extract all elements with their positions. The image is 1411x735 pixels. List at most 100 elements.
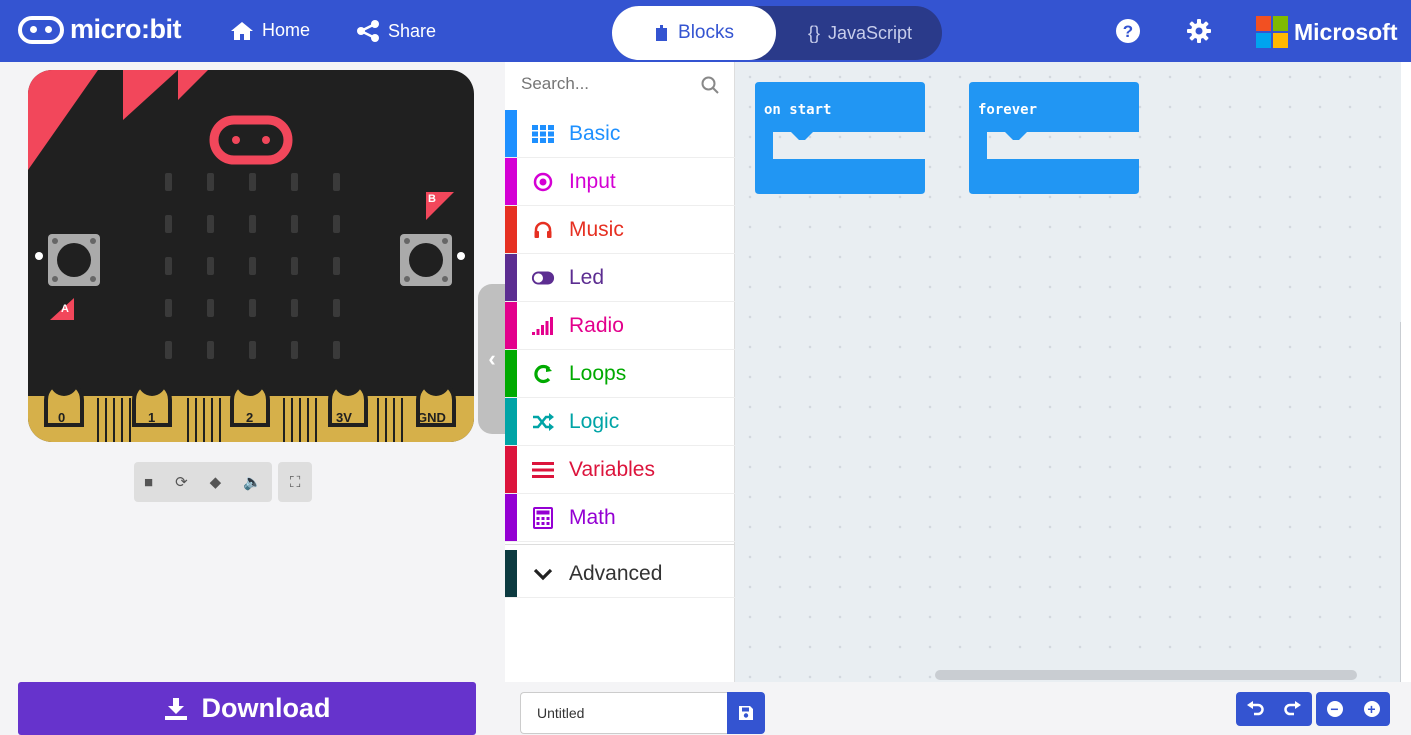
download-button[interactable]: Download xyxy=(18,682,476,735)
search-icon[interactable] xyxy=(701,76,719,94)
zoom-out-icon[interactable]: − xyxy=(1326,701,1343,717)
microbit-logo[interactable]: micro:bit xyxy=(18,14,182,45)
pin-3v-label: 3V xyxy=(336,410,352,425)
braces-icon: {} xyxy=(807,22,820,43)
microsoft-brand[interactable]: Microsoft xyxy=(1256,16,1398,48)
category-color-bar xyxy=(505,550,517,597)
horizontal-scrollbar[interactable] xyxy=(935,670,1357,680)
category-loops[interactable]: Loops xyxy=(505,350,735,398)
restart-icon[interactable]: ⟳ xyxy=(175,473,188,491)
toolbox-search xyxy=(505,62,735,110)
toggle-icon xyxy=(531,270,555,286)
chevron-left-icon: ‹ xyxy=(488,346,496,371)
category-color-bar xyxy=(505,110,517,157)
stop-icon[interactable]: ■ xyxy=(144,474,153,491)
category-logic[interactable]: Logic xyxy=(505,398,735,446)
undo-redo-controls xyxy=(1236,692,1312,726)
bottom-bar: Download − + xyxy=(0,682,1411,735)
home-button[interactable]: Home xyxy=(230,20,310,41)
tab-blocks-label: Blocks xyxy=(678,22,734,43)
microsoft-logo-icon xyxy=(1256,16,1288,48)
download-icon xyxy=(164,697,187,720)
brand-label: Microsoft xyxy=(1294,18,1398,45)
tab-javascript[interactable]: {} JavaScript xyxy=(780,6,940,60)
microbit-board: A B 0 1 2 3V GND xyxy=(28,70,474,442)
forever-block[interactable]: forever xyxy=(969,82,1139,194)
category-label: Radio xyxy=(569,313,624,337)
board-edge-dot-left xyxy=(35,252,43,260)
category-advanced[interactable]: Advanced xyxy=(505,550,735,598)
category-radio[interactable]: Radio xyxy=(505,302,735,350)
home-label: Home xyxy=(262,20,311,40)
search-input[interactable] xyxy=(521,74,701,94)
category-variables[interactable]: Variables xyxy=(505,446,735,494)
target-icon xyxy=(531,172,555,192)
debug-icon[interactable]: ◆ xyxy=(210,473,222,491)
vertical-scrollbar[interactable] xyxy=(1400,322,1401,682)
save-button[interactable] xyxy=(727,692,765,734)
button-b-label: B xyxy=(428,193,436,205)
category-label: Loops xyxy=(569,361,627,385)
category-label: Advanced xyxy=(569,561,663,585)
logo-text: micro:bit xyxy=(70,14,182,44)
category-input[interactable]: Input xyxy=(505,158,735,206)
redo-icon[interactable] xyxy=(1284,701,1302,717)
gear-icon[interactable] xyxy=(1186,18,1212,44)
category-math[interactable]: Math xyxy=(505,494,735,542)
mute-icon[interactable]: 🔈 xyxy=(243,473,262,491)
collapse-simulator-button[interactable]: ‹ xyxy=(478,284,506,434)
category-basic[interactable]: Basic xyxy=(505,110,735,158)
category-label: Basic xyxy=(569,121,621,145)
top-bar: micro:bit Home Share Blocks {} JavaScrip… xyxy=(0,0,1411,62)
category-color-bar xyxy=(505,494,517,541)
category-color-bar xyxy=(505,302,517,349)
block-label: forever xyxy=(978,102,1038,118)
refresh-icon xyxy=(531,364,555,384)
calculator-icon xyxy=(531,506,555,529)
block-label: on start xyxy=(764,102,832,118)
category-color-bar xyxy=(505,398,517,445)
pin-0-label: 0 xyxy=(58,410,66,425)
zoom-controls: − + xyxy=(1316,692,1390,726)
zoom-in-icon[interactable]: + xyxy=(1363,701,1380,717)
tab-blocks[interactable]: Blocks xyxy=(612,6,776,60)
floppy-disk-icon xyxy=(739,706,753,720)
simulator-controls: ■ ⟳ ◆ 🔈 ⛶ xyxy=(134,462,313,502)
button-a-label: A xyxy=(61,303,69,315)
simulator-panel: A B 0 1 2 3V GND ■ ⟳ ◆ 🔈 ⛶ ‹ xyxy=(0,62,506,682)
category-label: Logic xyxy=(569,409,620,433)
category-led[interactable]: Led xyxy=(505,254,735,302)
category-color-bar xyxy=(505,206,517,253)
pin-1-label: 1 xyxy=(148,410,156,425)
project-name-input[interactable] xyxy=(520,692,728,734)
svg-text:?: ? xyxy=(1123,22,1133,41)
category-color-bar xyxy=(505,158,517,205)
block-shape xyxy=(969,82,1139,194)
fullscreen-icon[interactable]: ⛶ xyxy=(290,474,301,491)
list-lines-icon xyxy=(531,461,555,479)
on-start-block[interactable]: on start xyxy=(755,82,925,194)
pin-2-label: 2 xyxy=(246,410,254,425)
category-music[interactable]: Music xyxy=(505,206,735,254)
category-color-bar xyxy=(505,446,517,493)
help-icon[interactable]: ? xyxy=(1115,18,1141,44)
microbit-logo-icon xyxy=(18,15,64,44)
share-label: Share xyxy=(388,20,437,41)
block-shape xyxy=(755,82,925,194)
editor-toggle: Blocks {} JavaScript xyxy=(612,6,942,60)
puzzle-icon xyxy=(656,25,668,41)
tab-javascript-label: JavaScript xyxy=(827,22,913,43)
blocks-workspace[interactable]: on start forever xyxy=(735,62,1401,682)
pin-gnd-label: GND xyxy=(417,410,446,425)
signal-bars-icon xyxy=(531,316,555,335)
category-color-bar xyxy=(505,254,517,301)
undo-icon[interactable] xyxy=(1246,701,1264,717)
shuffle-icon xyxy=(531,412,555,431)
board-graphic xyxy=(28,70,474,442)
headphones-icon xyxy=(531,220,555,240)
download-label: Download xyxy=(201,693,331,723)
category-label: Led xyxy=(569,265,605,289)
simulator-main-controls: ■ ⟳ ◆ 🔈 xyxy=(134,462,272,502)
board-edge-dot-right xyxy=(457,252,465,260)
share-button[interactable]: Share xyxy=(356,20,436,42)
